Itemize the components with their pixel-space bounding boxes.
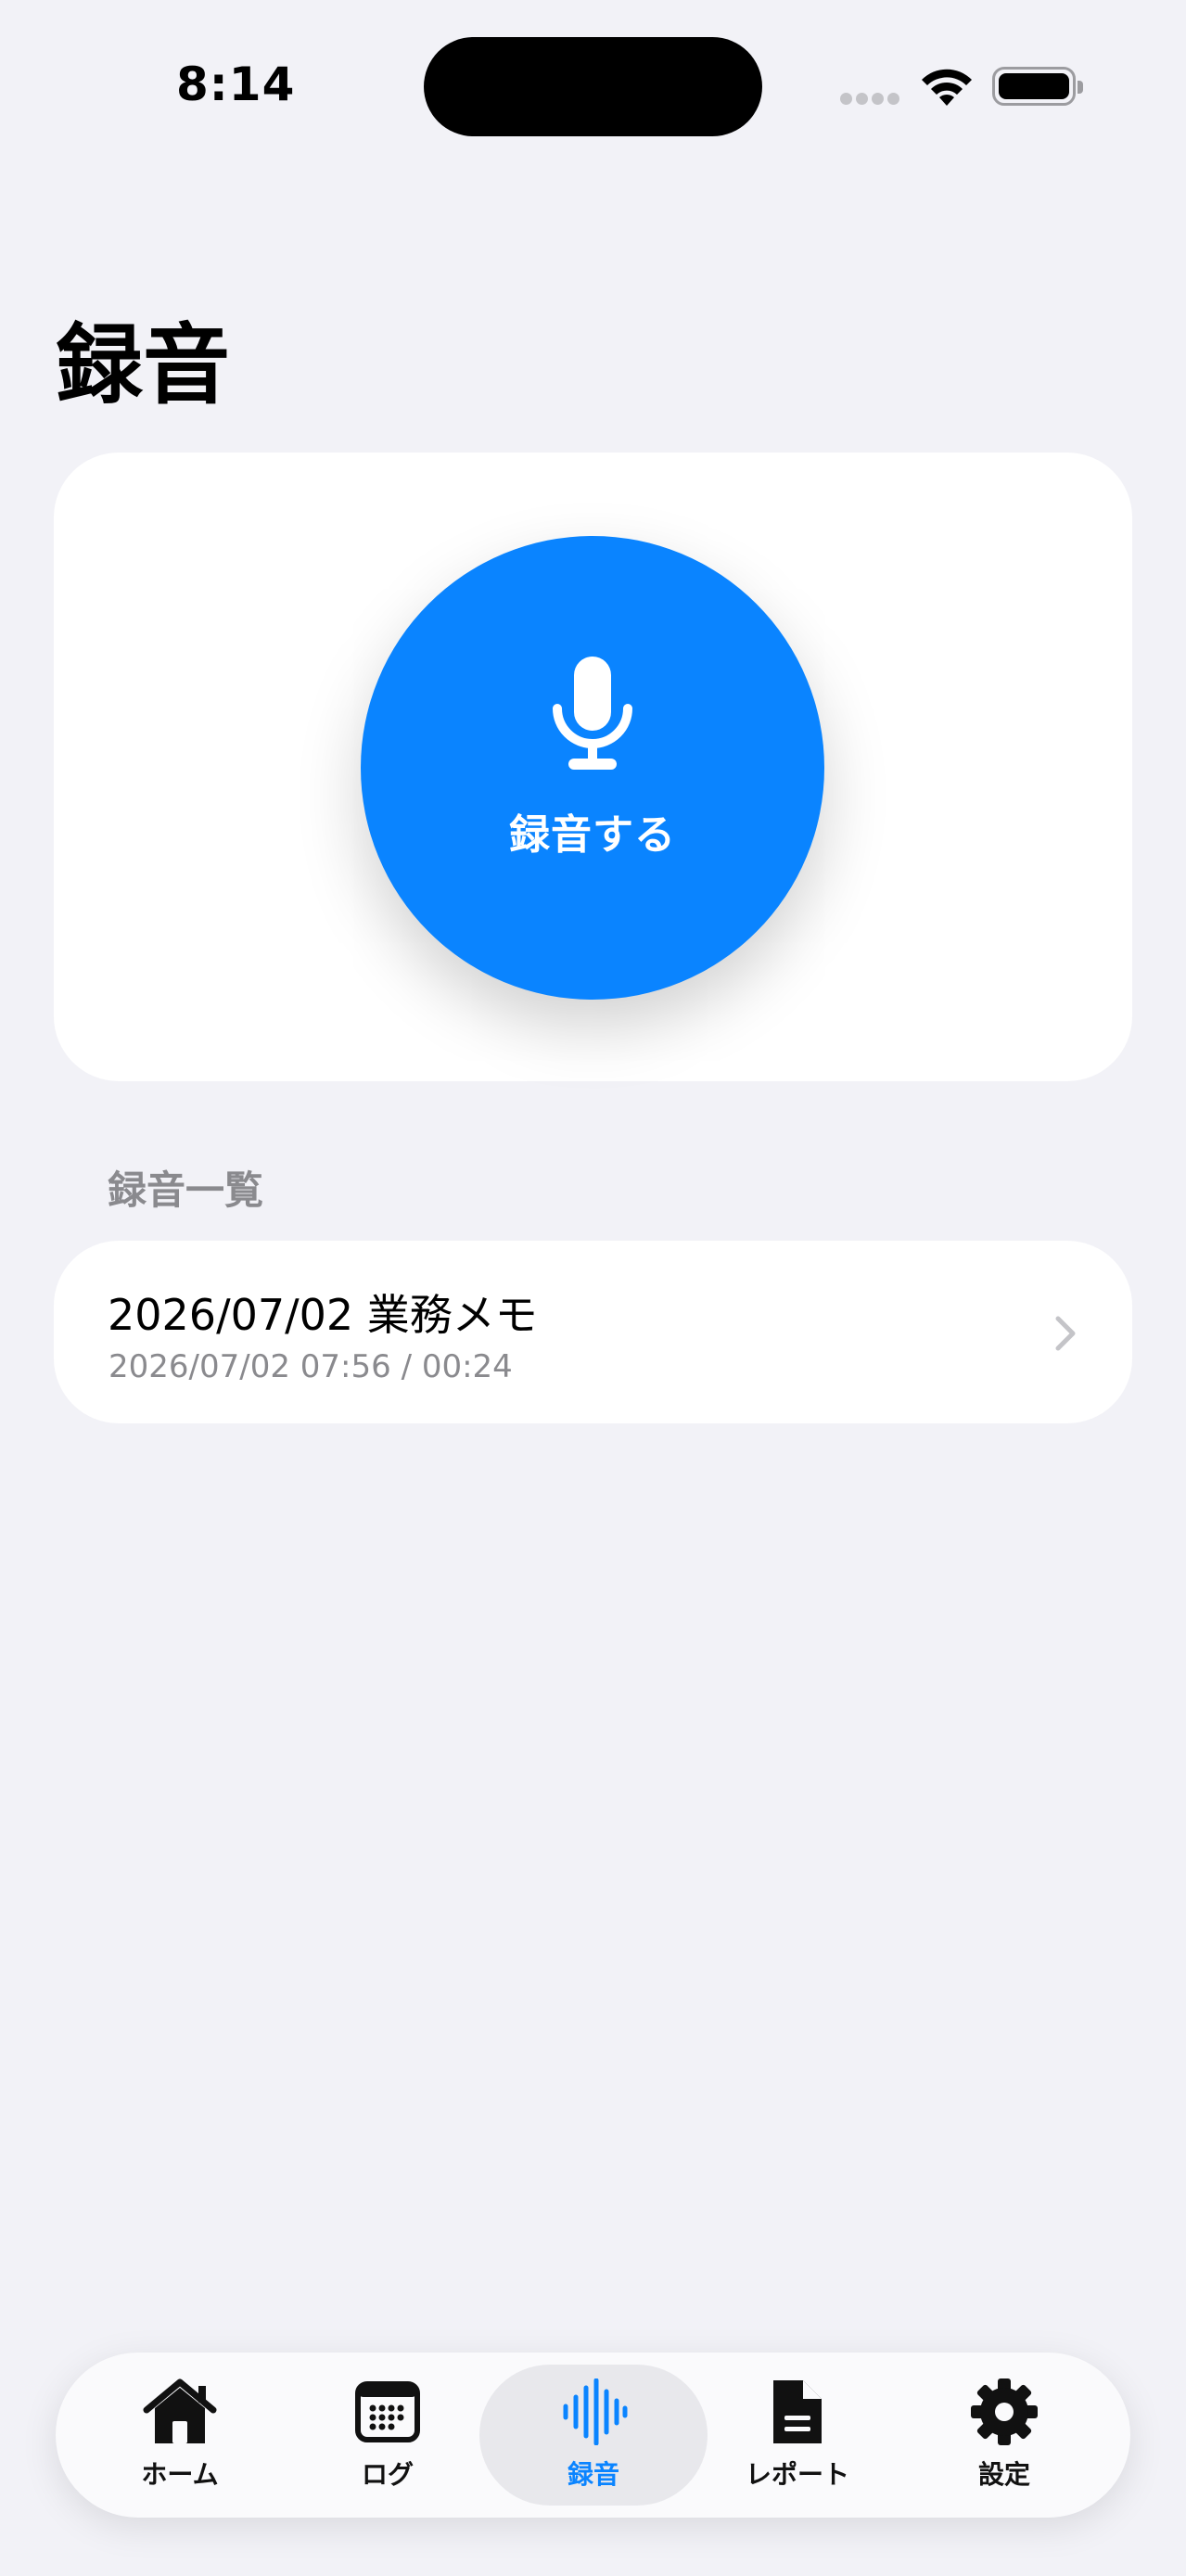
tab-report-label: レポート xyxy=(745,2459,849,2490)
cellular-signal-icon xyxy=(840,93,901,106)
calendar-icon xyxy=(355,2381,420,2442)
tab-settings-label: 設定 xyxy=(977,2459,1030,2490)
house-icon xyxy=(143,2378,217,2443)
gear-icon xyxy=(971,2378,1038,2445)
microphone-icon xyxy=(553,657,632,770)
tab-report[interactable]: レポート xyxy=(705,2353,890,2518)
recordings-section-title: 録音一覧 xyxy=(108,1167,264,1213)
chevron-right-icon xyxy=(1055,1316,1076,1351)
tab-recording[interactable]: 録音 xyxy=(479,2353,708,2518)
record-card: 録音する xyxy=(54,453,1132,1081)
record-button[interactable]: 録音する xyxy=(361,536,824,1000)
record-button-label: 録音する xyxy=(509,811,676,859)
recording-date-duration: 2026/07/02 07:56 / 00:24 xyxy=(108,1348,513,1385)
tab-settings[interactable]: 設定 xyxy=(912,2353,1097,2518)
tab-log-label: ログ xyxy=(361,2459,414,2490)
battery-icon xyxy=(992,67,1083,106)
tab-home[interactable]: ホーム xyxy=(87,2353,273,2518)
wifi-icon xyxy=(922,69,972,106)
tab-recording-label: 録音 xyxy=(567,2459,619,2490)
tab-bar: ホーム ログ 録音 レポート 設定 xyxy=(56,2353,1130,2518)
page-title: 録音 xyxy=(56,315,231,416)
recording-screen: 8:14 録音 録音する 録音一覧 2026/07/02 業務メモ 2026/0… xyxy=(0,0,1186,2576)
recording-list-item[interactable]: 2026/07/02 業務メモ 2026/07/02 07:56 / 00:24 xyxy=(54,1241,1132,1423)
tab-log[interactable]: ログ xyxy=(295,2353,480,2518)
recording-title: 2026/07/02 業務メモ xyxy=(108,1290,538,1340)
dynamic-island xyxy=(424,37,762,136)
tab-home-label: ホーム xyxy=(141,2459,219,2490)
status-time: 8:14 xyxy=(176,57,296,111)
document-icon xyxy=(773,2380,822,2443)
waveform-icon xyxy=(563,2378,628,2445)
